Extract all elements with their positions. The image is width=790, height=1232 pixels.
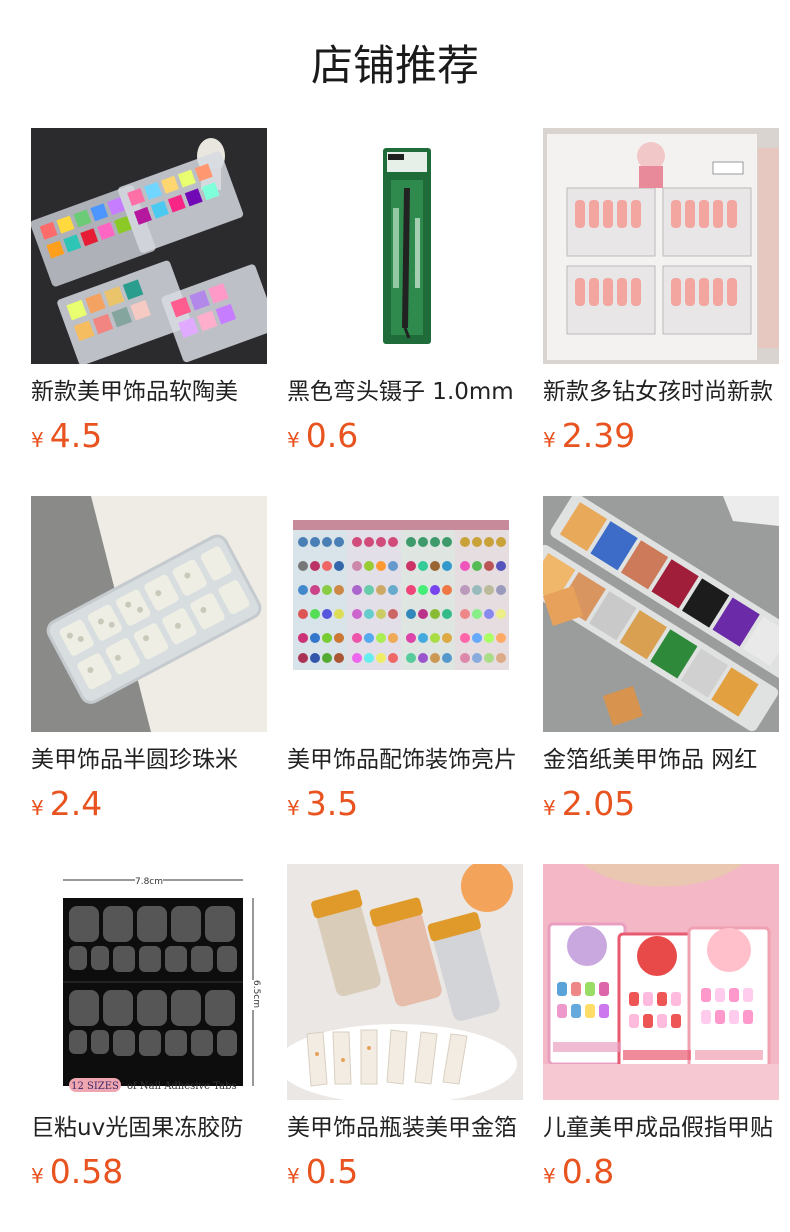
price-value: 0.8 (561, 1152, 615, 1191)
product-price: ¥3.5 (287, 784, 358, 824)
product-card[interactable]: 美甲饰品半圆珍珠米 ¥2.4 (31, 496, 267, 864)
sizes-badge: 12 SIZES (71, 1081, 119, 1092)
price-value: 2.4 (49, 784, 103, 823)
price-value: 2.39 (561, 416, 636, 455)
product-name[interactable]: 新款美甲饰品软陶美 (31, 376, 267, 408)
product-image[interactable] (31, 128, 267, 364)
currency-symbol: ¥ (287, 796, 300, 820)
product-grid: 新款美甲饰品软陶美 ¥4.5 黑色弯头镊子 1.0mm ¥ 0.6 新款多钻女孩… (31, 128, 790, 1232)
currency-symbol: ¥ (287, 1164, 300, 1188)
product-price: ¥2.05 (543, 784, 635, 824)
product-image[interactable] (287, 496, 523, 732)
product-card[interactable]: 儿童美甲成品假指甲贴 ¥0.8 (543, 864, 779, 1232)
currency-symbol: ¥ (543, 1164, 556, 1188)
product-price: ¥0.5 (287, 1152, 358, 1192)
currency-symbol: ¥ (31, 796, 44, 820)
price-value: 0.5 (305, 1152, 359, 1191)
height-label: 6.5cm (251, 980, 261, 1008)
product-card[interactable]: 美甲饰品瓶装美甲金箔 ¥0.5 (287, 864, 523, 1232)
price-value: 2.05 (561, 784, 636, 823)
product-card[interactable]: 黑色弯头镊子 1.0mm ¥0.6 (287, 128, 523, 496)
price-value: 4.5 (49, 416, 103, 455)
recommend-page: 店铺推荐 新款美甲饰品软陶美 ¥ 4.5 黑色弯头镊子 1.0mm ¥ 0.6 … (0, 0, 790, 1232)
product-image[interactable]: 7.8cm 6.5cm 12 SIZES of Nail Adhesive Ta… (31, 864, 267, 1100)
product-price: ¥0.8 (543, 1152, 614, 1192)
product-price: ¥2.39 (543, 416, 635, 456)
product-price: ¥4.5 (31, 416, 102, 456)
product-name[interactable]: 新款多钻女孩时尚新款 (543, 376, 779, 408)
product-name[interactable]: 儿童美甲成品假指甲贴 (543, 1112, 779, 1144)
product-card[interactable]: 金箔纸美甲饰品 网红 ¥2.05 (543, 496, 779, 864)
product-image[interactable] (543, 496, 779, 732)
product-card[interactable]: 美甲饰品配饰装饰亮片 ¥3.5 (287, 496, 523, 864)
product-name[interactable]: 黑色弯头镊子 1.0mm (287, 376, 523, 408)
product-image[interactable] (287, 864, 523, 1100)
currency-symbol: ¥ (287, 428, 300, 452)
product-image[interactable] (287, 128, 523, 364)
product-card[interactable]: 7.8cm 6.5cm 12 SIZES of Nail Adhesive Ta… (31, 864, 267, 1232)
product-card[interactable]: 新款美甲饰品软陶美 ¥4.5 (31, 128, 267, 496)
currency-symbol: ¥ (543, 428, 556, 452)
product-price: ¥0.58 (31, 1152, 123, 1192)
price-value: 0.6 (305, 416, 359, 455)
product-price: ¥2.4 (31, 784, 102, 824)
currency-symbol: ¥ (31, 1164, 44, 1188)
product-name[interactable]: 金箔纸美甲饰品 网红 (543, 744, 779, 776)
product-price: ¥0.6 (287, 416, 358, 456)
product-image[interactable] (543, 128, 779, 364)
price-value: 0.58 (49, 1152, 124, 1191)
currency-symbol: ¥ (543, 796, 556, 820)
product-name[interactable]: 巨粘uv光固果冻胶防 (31, 1112, 267, 1144)
price-value: 3.5 (305, 784, 359, 823)
product-name[interactable]: 美甲饰品配饰装饰亮片 (287, 744, 523, 776)
product-image[interactable] (543, 864, 779, 1100)
product-card[interactable]: 新款多钻女孩时尚新款 ¥2.39 (543, 128, 779, 496)
image-caption: of Nail Adhesive Tabs (127, 1081, 237, 1092)
product-name[interactable]: 美甲饰品半圆珍珠米 (31, 744, 267, 776)
width-label: 7.8cm (135, 877, 163, 887)
product-image[interactable] (31, 496, 267, 732)
currency-symbol: ¥ (31, 428, 44, 452)
page-title: 店铺推荐 (310, 41, 479, 90)
product-name[interactable]: 美甲饰品瓶装美甲金箔 (287, 1112, 523, 1144)
